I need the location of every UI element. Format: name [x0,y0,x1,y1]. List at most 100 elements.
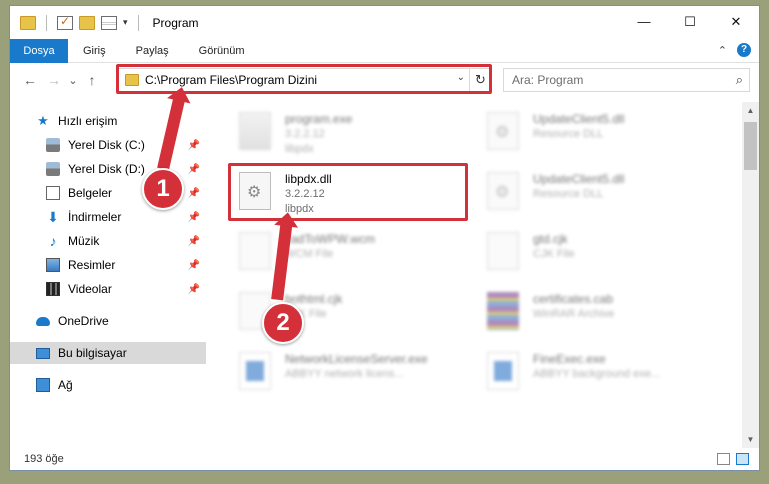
refresh-button[interactable]: ↻ [469,69,491,91]
sidebar-item-local-disk-c[interactable]: Yerel Disk (C:) 📌 [10,134,206,156]
folder-icon [125,74,139,86]
step-badge-2: 2 [262,302,304,344]
disk-icon [46,138,60,152]
window-controls: — ☐ ✕ [621,6,759,37]
tiles-view-icon[interactable] [736,453,749,465]
exe-file-icon [487,352,519,390]
sidebar-item-label: Hızlı erişim [58,114,118,128]
file-type: Resource DLL [533,128,604,140]
forward-button[interactable]: → [42,72,66,88]
ribbon-tabs: Dosya Giriş Paylaş Görünüm ⌃ ? [10,38,759,63]
file-name: UpdateClient5.dll [533,172,625,186]
help-icon[interactable]: ? [737,43,751,57]
file-type: WCM File [285,248,334,260]
tab-share[interactable]: Paylaş [121,39,184,63]
tab-file[interactable]: Dosya [10,38,68,63]
address-bar[interactable]: C:\Program Files\Program Dizini ⌄ ↻ [118,68,492,92]
properties-check-icon[interactable] [57,14,73,30]
pin-icon[interactable]: 📌 [188,260,200,271]
quick-access-toolbar: ▾ [10,14,143,31]
file-name: libpdx.dll [285,172,332,186]
search-icon[interactable]: ⌕ [736,72,743,88]
dll-file-icon [487,112,519,150]
sidebar-item-videos[interactable]: Videolar 📌 [10,278,206,300]
recent-locations-button[interactable]: ⌄ [66,74,80,87]
scroll-thumb[interactable] [744,122,757,170]
sidebar-item-network[interactable]: Ağ [10,374,206,396]
details-view-icon[interactable] [717,453,730,465]
cloud-icon [36,316,50,326]
dll-file-icon [487,172,519,210]
sidebar-item-quick-access[interactable]: ★ Hızlı erişim [10,110,206,132]
download-icon: ⬇ [47,209,59,225]
file-type: Resource DLL [533,188,604,200]
music-icon: ♪ [49,233,57,249]
file-type: ABBYY network licens... [285,368,404,380]
window-title: Program [152,15,199,30]
maximize-button[interactable]: ☐ [667,6,713,37]
item-count: 193 öğe [24,453,64,465]
properties-icon[interactable] [101,15,117,30]
archive-icon [487,292,519,330]
pin-icon[interactable]: 📌 [188,188,200,199]
back-button[interactable]: ← [18,72,42,88]
chevron-down-icon[interactable]: ⌄ [457,72,465,83]
file-name: gtd.cjk [533,232,568,246]
pin-icon[interactable]: 📌 [188,236,200,247]
sidebar-item-pictures[interactable]: Resimler 📌 [10,254,206,276]
title-bar: ▾ Program — ☐ ✕ [10,6,759,39]
sidebar-item-label: Müzik [68,234,100,248]
videos-icon [46,282,60,296]
pin-icon[interactable]: 📌 [188,284,200,295]
file-tile[interactable]: cadToWPW.wcm WCM File [235,228,467,284]
up-button[interactable]: ↑ [80,72,104,88]
sidebar-item-music[interactable]: ♪ Müzik 📌 [10,230,206,252]
file-tile[interactable]: UpdateClient5.dll Resource DLL [483,168,715,224]
sidebar-item-label: Belgeler [68,186,113,200]
file-name: cadToWPW.wcm [285,232,376,246]
sidebar-item-label: Bu bilgisayar [58,346,127,360]
file-tile[interactable]: certificates.cab WinRAR Archive [483,288,715,344]
expand-ribbon-icon[interactable]: ⌃ [718,44,727,57]
navigation-pane: ★ Hızlı erişim Yerel Disk (C:) 📌 Yerel D… [10,102,206,442]
document-icon [46,186,60,200]
navigation-bar: ← → ⌄ ↑ C:\Program Files\Program Dizini … [10,64,759,96]
file-name: UpdateClient5.dll [533,112,625,126]
chevron-down-icon[interactable]: ▾ [123,17,128,28]
scroll-up-icon[interactable]: ▲ [742,102,759,119]
sidebar-item-label: Ağ [58,378,73,392]
status-bar: 193 öğe [10,448,759,470]
exe-file-icon [239,352,271,390]
pin-icon[interactable]: 📌 [188,164,200,175]
scroll-down-icon[interactable]: ▼ [742,431,759,448]
address-path[interactable]: C:\Program Files\Program Dizini [145,73,317,87]
file-tile[interactable]: program.exe 3.2.2.12 libpdx [235,108,467,164]
sidebar-item-onedrive[interactable]: OneDrive [10,310,206,332]
sidebar-item-downloads[interactable]: ⬇ İndirmeler 📌 [10,206,206,228]
search-input[interactable]: Ara: Program ⌕ [503,68,750,92]
file-tile-libpdx[interactable]: libpdx.dll 3.2.2.12 libpdx [235,168,467,224]
pin-icon[interactable]: 📌 [188,212,200,223]
file-tile[interactable]: FineExec.exe ABBYY background exe... [483,348,715,404]
file-list: program.exe 3.2.2.12 libpdx UpdateClient… [215,102,745,447]
tab-view[interactable]: Görünüm [184,39,260,63]
pin-icon[interactable]: 📌 [188,140,200,151]
file-description: libpdx [285,143,314,155]
tab-home[interactable]: Giriş [68,39,121,63]
file-name: program.exe [285,112,353,126]
file-type: CJK File [533,248,575,260]
new-folder-icon[interactable] [79,15,95,30]
sidebar-item-label: Yerel Disk (D:) [68,162,145,176]
file-icon [239,232,271,270]
sidebar-item-this-pc[interactable]: Bu bilgisayar [10,342,206,364]
vertical-scrollbar[interactable]: ▲ ▼ [742,102,759,448]
minimize-button[interactable]: — [621,6,667,37]
file-version: 3.2.2.12 [285,128,325,140]
sidebar-item-label: OneDrive [58,314,109,328]
file-tile[interactable]: NetworkLicenseServer.exe ABBYY network l… [235,348,467,404]
file-tile[interactable]: gtd.cjk CJK File [483,228,715,284]
ribbon-right-controls: ⌃ ? [718,43,751,57]
close-button[interactable]: ✕ [713,6,759,37]
file-tile[interactable]: UpdateClient5.dll Resource DLL [483,108,715,164]
step-badge-1: 1 [142,168,184,210]
